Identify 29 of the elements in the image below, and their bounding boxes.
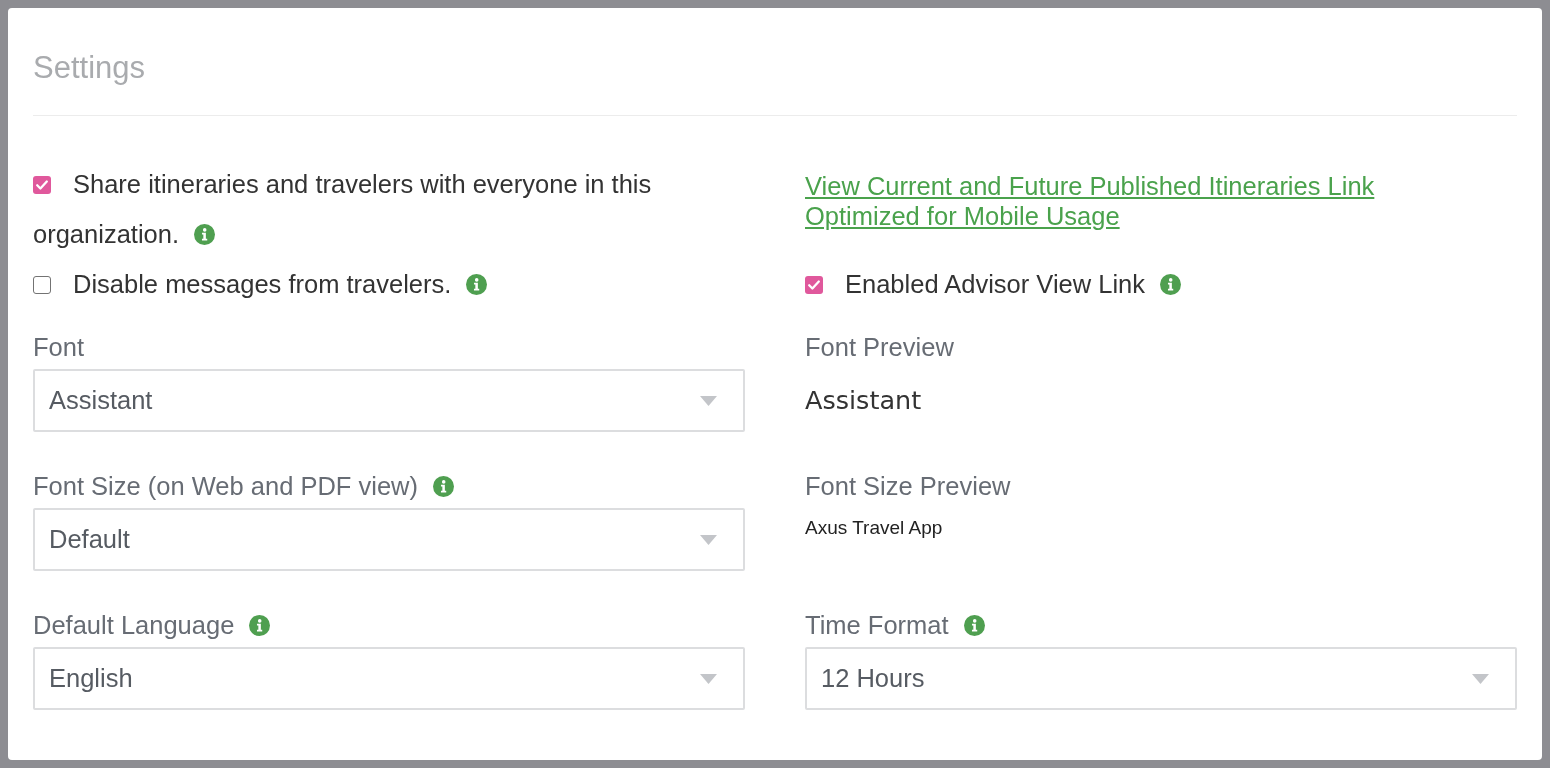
field-label: Font Size (on Web and PDF view) [33, 472, 418, 500]
caret-icon [700, 673, 717, 684]
info-icon[interactable] [1160, 274, 1182, 295]
checkbox-option[interactable]: Share itineraries and travelers with everyone in this organization. [33, 159, 745, 259]
checkbox[interactable] [33, 276, 51, 294]
dropdown[interactable]: Default [33, 508, 745, 571]
font-preview-text: Assistant [805, 384, 922, 418]
dropdown[interactable]: Assistant [33, 369, 745, 432]
dropdown[interactable]: 12 Hours [805, 647, 1517, 710]
checkbox-option[interactable]: Enabled Advisor View Link [805, 259, 1182, 309]
info-icon[interactable] [194, 224, 215, 245]
info-icon[interactable] [249, 615, 271, 636]
checkbox[interactable] [805, 276, 823, 294]
info-icon[interactable] [963, 615, 985, 636]
field-label: Font Preview [805, 333, 954, 361]
font-size-preview-text: Axus Travel App [805, 517, 943, 538]
caret-icon [700, 534, 717, 545]
field-label: Font [33, 333, 85, 361]
caret-icon [1472, 673, 1489, 684]
dropdown[interactable]: English [33, 647, 745, 710]
field-label: Default Language [33, 611, 235, 639]
field-label: Time Format [805, 611, 949, 639]
info-icon[interactable] [466, 274, 488, 295]
settings-title: Settings [33, 49, 146, 87]
checkbox-option[interactable]: Disable messages from travelers. [33, 259, 488, 309]
checkbox[interactable] [33, 176, 51, 194]
info-icon[interactable] [433, 476, 454, 497]
caret-icon [700, 395, 717, 406]
field-label: Font Size Preview [805, 472, 1011, 500]
